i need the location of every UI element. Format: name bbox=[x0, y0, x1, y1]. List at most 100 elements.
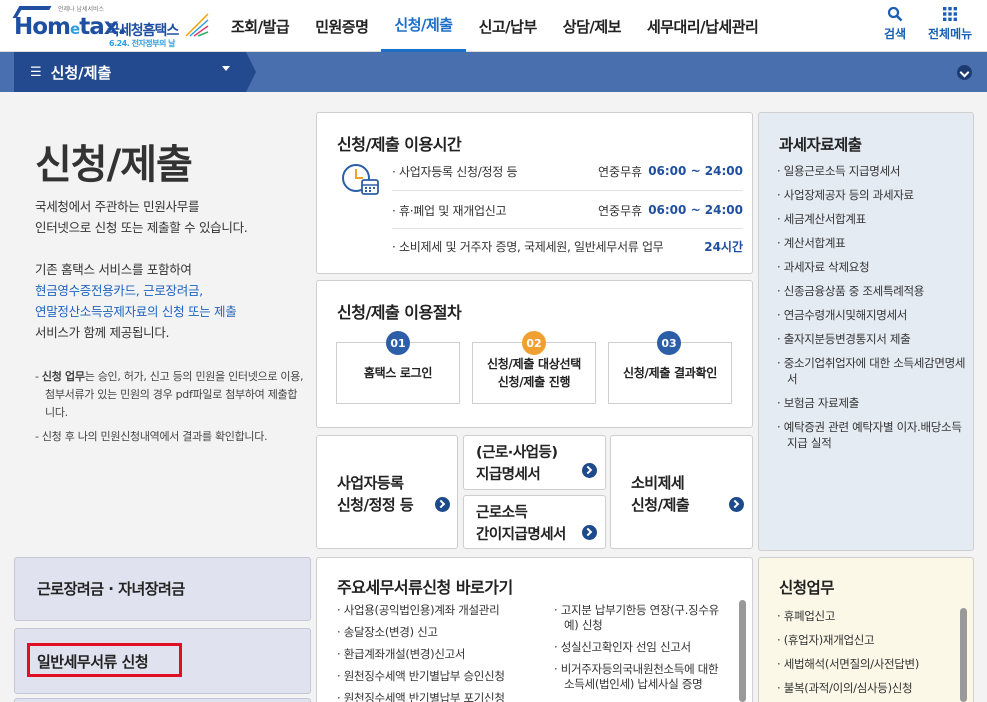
tax-data-item[interactable]: · 연금수령개시및해지명세서 bbox=[777, 307, 967, 323]
tax-data-item[interactable]: · 출자지분등변경통지서 제출 bbox=[777, 331, 967, 347]
hours-year: 연중무휴 bbox=[598, 164, 643, 179]
hometax-logo[interactable]: 언제나 납세서비스 Hometax. 국세청홈택스 6.24. 전자정부의 날 bbox=[12, 4, 224, 48]
application-card: 신청업무 · 휴폐업신고 · (휴업자)재개업신고 · 세법해석(서면질의/사전… bbox=[758, 557, 974, 702]
tax-data-item[interactable]: · 사업장제공자 등의 과세자료 bbox=[777, 187, 967, 203]
shortcuts-scrollbar[interactable] bbox=[739, 600, 746, 702]
arrow-right-icon bbox=[582, 525, 597, 540]
divider bbox=[392, 190, 743, 191]
tax-data-item[interactable]: · 예탁증권 관련 예탁자별 이자.배당소득 지급 실적 bbox=[777, 419, 967, 451]
general-document-link[interactable]: 일반세무서류 신청 bbox=[14, 628, 311, 694]
intro-line: 기존 홈택스 서비스를 포함하여 bbox=[35, 262, 192, 277]
hours-row: · 휴·폐업 및 재개업신고 연중무휴 06:00 ~ 24:00 bbox=[392, 195, 743, 225]
business-registration-link[interactable]: 사업자등록 신청/정정 등 bbox=[316, 435, 458, 549]
hours-label: · 휴·폐업 및 재개업신고 bbox=[392, 203, 507, 218]
intro-highlight-line: 현금영수증전용카드, 근로장려금, bbox=[35, 283, 203, 298]
clock-calendar-icon bbox=[342, 164, 379, 195]
location-bar: ☰ 신청/제출 bbox=[0, 52, 987, 92]
menu-tax-agent[interactable]: 세무대리/납세관리 bbox=[634, 0, 771, 52]
tax-data-item[interactable]: · 일용근로소득 지급명세서 bbox=[777, 163, 967, 179]
all-menu-label: 전체메뉴 bbox=[928, 27, 973, 41]
tax-data-item[interactable]: · 과세자료 삭제요청 bbox=[777, 259, 967, 275]
menu-inquiry[interactable]: 조회/발급 bbox=[218, 0, 302, 52]
step-number: 01 bbox=[386, 331, 410, 355]
simple-statement-link[interactable]: 근로소득 간이지급명세서 bbox=[463, 495, 606, 549]
page-title: 신청/제출 bbox=[35, 142, 193, 188]
arrow-right-icon bbox=[582, 463, 597, 478]
incentive-link[interactable]: 근로장려금 · 자녀장려금 bbox=[14, 557, 311, 621]
application-item[interactable]: · 불복(과적/이의/심사등)신청 bbox=[777, 680, 967, 696]
note-2: - 신청 후 나의 민원신청내역에서 결과를 확인합니다. bbox=[35, 430, 268, 443]
shortcuts-title: 주요세무서류신청 바로가기 bbox=[337, 578, 513, 597]
hours-year: 연중무휴 bbox=[598, 203, 643, 218]
menu-report-payment[interactable]: 신고/납부 bbox=[466, 0, 550, 52]
tax-data-item[interactable]: · 보험금 자료제출 bbox=[777, 395, 967, 411]
hours-row: · 소비제세 및 거주자 증명, 국제세원, 일반세무서류 업무 24시간 bbox=[392, 231, 743, 261]
shortcut-link[interactable]: · 송달장소(변경) 신고 bbox=[337, 625, 547, 640]
hours-time: 24시간 bbox=[704, 239, 743, 254]
search-icon bbox=[887, 6, 903, 22]
note-1: - 신청 업무는 승인, 허가, 신고 등의 민원을 인터넷으로 이용, 첨부서… bbox=[35, 370, 304, 419]
step-number: 03 bbox=[657, 331, 681, 355]
payment-statement-link[interactable]: (근로·사업등) 지급명세서 bbox=[463, 435, 606, 490]
menu-application[interactable]: 신청/제출 bbox=[381, 0, 466, 52]
hours-time: 06:00 ~ 24:00 bbox=[648, 164, 743, 178]
location-arrow bbox=[246, 52, 256, 92]
application-scrollbar[interactable] bbox=[960, 608, 967, 702]
consumption-tax-link[interactable]: 소비제세 신청/제출 bbox=[610, 435, 753, 549]
arrow-right-icon bbox=[729, 497, 744, 512]
next-box[interactable] bbox=[14, 698, 311, 702]
hours-row: · 사업자등록 신청/정정 등 연중무휴 06:00 ~ 24:00 bbox=[392, 156, 743, 186]
menu-certificate[interactable]: 민원증명 bbox=[302, 0, 381, 52]
search-label: 검색 bbox=[884, 27, 907, 41]
usage-hours-title: 신청/제출 이용시간 bbox=[337, 135, 462, 154]
top-header: 언제나 납세서비스 Hometax. 국세청홈택스 6.24. 전자정부의 날 … bbox=[0, 0, 987, 52]
note-text: 는 승인, 허가, 신고 등의 민원을 인터넷으로 이용, 첨부서류가 있는 민… bbox=[45, 370, 304, 419]
general-document-label: 일반세무서류 신청 bbox=[37, 653, 149, 671]
application-item[interactable]: · 세법해석(서면질의/사전답변) bbox=[777, 656, 967, 672]
hours-time: 06:00 ~ 24:00 bbox=[648, 203, 743, 217]
step-label: 신청/제출 결과확인 bbox=[623, 366, 717, 380]
application-item[interactable]: · (휴업자)재개업신고 bbox=[777, 632, 967, 648]
shortcut-link[interactable]: · 사업용(공익법인용)계좌 개설관리 bbox=[337, 603, 547, 618]
location-dropdown[interactable]: ☰ 신청/제출 bbox=[14, 52, 246, 92]
logo-spark-icon bbox=[185, 13, 209, 37]
simple-statement-label: 근로소득 간이지급명세서 bbox=[476, 505, 566, 543]
tax-data-item[interactable]: · 신종금융상품 중 조세특례적용 bbox=[777, 283, 967, 299]
tax-data-item[interactable]: · 중소기업취업자에 대한 소득세감면명세서 bbox=[777, 355, 967, 387]
consumption-tax-label: 소비제세 신청/제출 bbox=[631, 474, 690, 514]
shortcuts-list-1: · 사업용(공익법인용)계좌 개설관리 · 송달장소(변경) 신고 · 환급계좌… bbox=[337, 603, 547, 702]
tax-data-title: 과세자료제출 bbox=[779, 136, 862, 154]
application-item[interactable]: · 휴폐업신고 bbox=[777, 608, 967, 624]
shortcut-link[interactable]: · 고지분 납부기한등 연장(구.징수유예) 신청 bbox=[554, 603, 729, 633]
location-title: 신청/제출 bbox=[50, 63, 112, 82]
tax-data-item[interactable]: · 계산서합계표 bbox=[777, 235, 967, 251]
procedure-title: 신청/제출 이용절차 bbox=[337, 303, 462, 322]
main-menu: 조회/발급 민원증명 신청/제출 신고/납부 상담/제보 세무대리/납세관리 bbox=[218, 0, 771, 52]
menu-consult[interactable]: 상담/제보 bbox=[550, 0, 634, 52]
all-menu-button[interactable]: 전체메뉴 bbox=[928, 6, 972, 42]
shortcuts-list-2: · 고지분 납부기한등 연장(구.징수유예) 신청 · 성실신고확인자 선임 신… bbox=[554, 603, 729, 699]
intro-paragraph-2: 기존 홈택스 서비스를 포함하여 현금영수증전용카드, 근로장려금, 연말정산소… bbox=[35, 259, 305, 343]
logo-name: 국세청홈택스 bbox=[107, 23, 179, 39]
shortcut-link[interactable]: · 성실신고확인자 선임 신고서 bbox=[554, 640, 729, 655]
tax-data-card: 과세자료제출 · 일용근로소득 지급명세서 · 사업장제공자 등의 과세자료 ·… bbox=[758, 112, 974, 551]
hamburger-icon: ☰ bbox=[30, 64, 42, 80]
tax-data-item[interactable]: · 세금계산서합계표 bbox=[777, 211, 967, 227]
shortcut-link[interactable]: · 환급계좌개설(변경)신고서 bbox=[337, 647, 547, 662]
shortcut-link[interactable]: · 원천징수세액 반기별납부 포기신청 bbox=[337, 691, 547, 702]
logo-subtitle: 6.24. 전자정부의 날 bbox=[109, 39, 176, 48]
shortcut-link[interactable]: · 비거주자등의국내원천소득에 대한 소득세(법인세) 납세사실 증명 bbox=[554, 662, 729, 692]
grid-menu-icon bbox=[943, 7, 958, 21]
payment-statement-label: (근로·사업등) 지급명세서 bbox=[476, 445, 558, 483]
shortcut-link[interactable]: · 원천징수세액 반기별납부 승인신청 bbox=[337, 669, 547, 684]
search-button[interactable]: 검색 bbox=[884, 6, 906, 42]
chevron-down-icon[interactable] bbox=[957, 65, 972, 80]
intro-line: 서비스가 함께 제공됩니다. bbox=[35, 325, 170, 340]
note-bold: 신청 업무 bbox=[41, 370, 85, 383]
incentive-label: 근로장려금 · 자녀장려금 bbox=[37, 580, 185, 598]
intro-highlight-line: 연말정산소득공제자료의 신청 또는 제출 bbox=[35, 304, 237, 319]
step-label: 신청/제출 대상선택 신청/제출 진행 bbox=[487, 357, 581, 389]
application-title: 신청업무 bbox=[779, 579, 835, 597]
step-number: 02 bbox=[522, 331, 546, 355]
step-label: 홈택스 로그인 bbox=[363, 366, 433, 380]
